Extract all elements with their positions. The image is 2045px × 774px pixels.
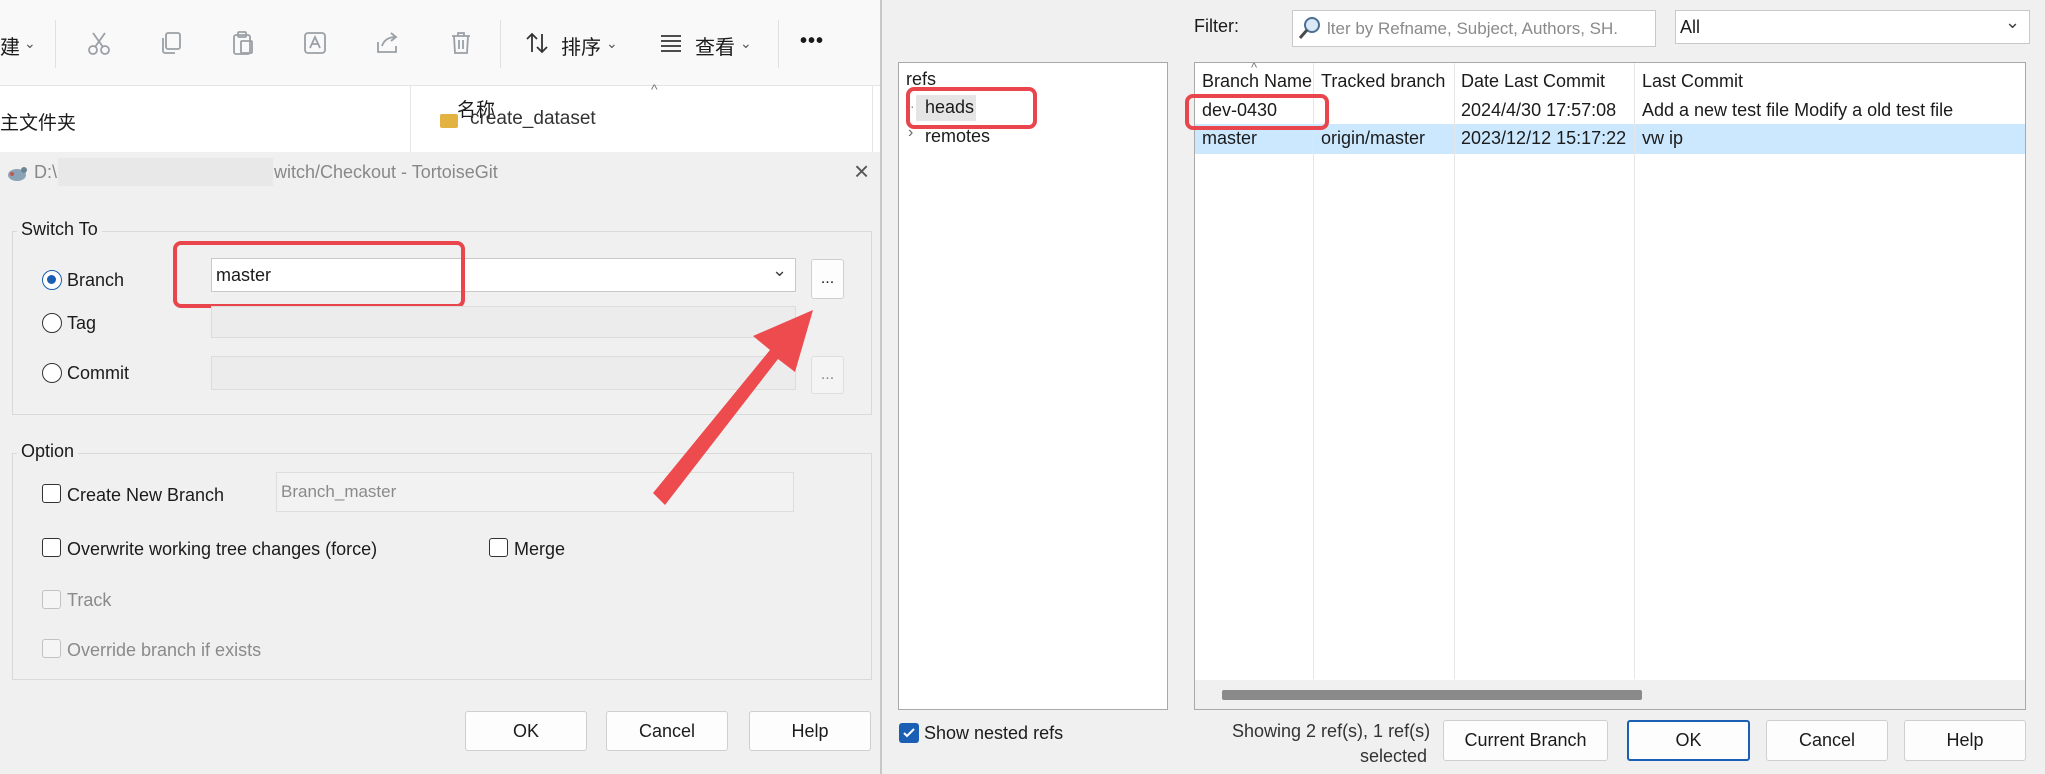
chevron-down-icon: ⌄ [24, 35, 36, 51]
toolbar-separator [778, 20, 779, 68]
column-divider [872, 86, 873, 152]
status-text: Showing 2 ref(s), 1 ref(s) [1232, 721, 1431, 741]
switch-to-group-label: Switch To [17, 219, 102, 240]
dialog-title: witch/Checkout - TortoiseGit [274, 162, 498, 182]
refs-cancel-button[interactable]: Cancel [1766, 720, 1888, 761]
cut-icon[interactable] [86, 30, 112, 56]
filter-label: Filter: [1194, 16, 1239, 36]
checkmark-icon [903, 728, 915, 738]
track-label: Track [67, 590, 112, 610]
rename-icon[interactable] [302, 30, 328, 56]
overwrite-label[interactable]: Overwrite working tree changes (force) [67, 539, 377, 560]
show-nested-refs-checkbox[interactable] [899, 723, 919, 743]
redacted-path [58, 158, 273, 186]
commit-label[interactable]: Commit [67, 363, 129, 384]
column-divider [1313, 63, 1314, 679]
cell-date: 2023/12/12 15:17:22 [1461, 128, 1627, 148]
create-new-branch-checkbox[interactable] [42, 484, 61, 503]
commit-radio[interactable] [42, 363, 62, 383]
column-divider [410, 86, 411, 152]
explorer-content-header: 主文件夹 名称 ^ create_dataset [0, 81, 880, 152]
show-nested-refs-label[interactable]: Show nested refs [924, 723, 1063, 744]
tortoisegit-icon [8, 167, 27, 181]
branch-list-panel [1194, 62, 2026, 710]
column-header-date-last-commit[interactable]: Date Last Commit [1461, 71, 1605, 92]
folder-label[interactable]: 主文件夹 [0, 108, 76, 135]
filter-input[interactable]: lter by Refname, Subject, Authors, SH. [1292, 10, 1656, 47]
tag-label[interactable]: Tag [67, 313, 96, 334]
toolbar-separator [500, 20, 501, 68]
chevron-down-icon: ⌄ [740, 35, 752, 51]
chevron-down-icon[interactable]: ⌄ [2005, 12, 2020, 33]
override-branch-checkbox [42, 639, 61, 658]
delete-icon[interactable] [448, 30, 474, 56]
horizontal-scrollbar[interactable] [1195, 680, 2025, 709]
track-checkbox [42, 590, 61, 609]
cell-commit: vw ip [1642, 128, 1684, 148]
folder-icon [440, 114, 458, 128]
column-divider [1454, 63, 1455, 679]
merge-checkbox[interactable] [489, 538, 508, 557]
column-header-tracked-branch[interactable]: Tracked branch [1321, 71, 1445, 92]
sort-label[interactable]: 排序 [561, 31, 601, 60]
refs-ok-button[interactable]: OK [1627, 720, 1750, 761]
create-new-branch-label[interactable]: Create New Branch [67, 485, 224, 506]
sort-ascending-icon: ^ [1251, 60, 1258, 75]
override-branch-label: Override branch if exists [67, 640, 262, 660]
branch-radio[interactable] [42, 270, 62, 290]
paste-icon[interactable] [230, 30, 256, 56]
scrollbar-thumb[interactable] [1222, 690, 1642, 700]
status-text-selected: selected [1360, 746, 1428, 766]
filter-scope-value: All [1680, 16, 1701, 37]
overwrite-checkbox[interactable] [42, 538, 61, 557]
tag-radio[interactable] [42, 313, 62, 333]
share-icon[interactable] [374, 30, 400, 56]
cancel-button[interactable]: Cancel [606, 711, 728, 751]
new-branch-name-value: Branch_master [281, 482, 397, 501]
highlight-heads-box [906, 87, 1037, 129]
current-branch-button[interactable]: Current Branch [1443, 720, 1608, 761]
new-label[interactable]: 建 [0, 31, 20, 60]
dialog-titlebar: D:\ witch/Checkout - TortoiseGit × [0, 152, 880, 192]
help-button[interactable]: Help [749, 711, 871, 751]
branch-label[interactable]: Branch [67, 270, 124, 291]
filter-placeholder: lter by Refname, Subject, Authors, SH. [1327, 19, 1619, 38]
search-icon [1298, 17, 1320, 39]
sort-ascending-icon: ^ [651, 81, 658, 97]
highlight-branch-box [173, 241, 465, 308]
chevron-down-icon: ⌄ [606, 35, 618, 51]
view-icon[interactable] [658, 30, 684, 56]
filter-scope-select[interactable]: All [1675, 10, 2030, 44]
merge-label[interactable]: Merge [514, 539, 565, 560]
dialog-title-prefix: D:\ [34, 162, 58, 182]
annotation-arrow [653, 310, 813, 505]
ok-button[interactable]: OK [465, 711, 587, 751]
highlight-dev-branch-box [1185, 94, 1329, 130]
close-icon[interactable]: × [854, 156, 869, 187]
file-name[interactable]: create_dataset [470, 108, 596, 130]
copy-icon[interactable] [158, 30, 184, 56]
refs-tree-panel [898, 62, 1168, 710]
column-divider [1634, 63, 1635, 679]
chevron-right-icon[interactable]: › [908, 124, 913, 142]
browse-refs-button[interactable]: ... [811, 259, 844, 299]
more-options-icon[interactable]: ••• [800, 30, 824, 53]
cell-date: 2024/4/30 17:57:08 [1461, 100, 1617, 120]
toolbar-separator [55, 20, 56, 68]
tree-item-remotes[interactable]: remotes [925, 126, 990, 147]
sort-icon[interactable] [524, 30, 550, 56]
refs-help-button[interactable]: Help [1904, 720, 2026, 761]
column-header-last-commit[interactable]: Last Commit [1642, 71, 1743, 92]
cell-tracked: origin/master [1321, 128, 1426, 148]
view-label[interactable]: 查看 [695, 31, 735, 60]
option-group-label: Option [17, 441, 79, 462]
chevron-down-icon[interactable]: ⌄ [772, 260, 787, 281]
explorer-toolbar: 建 ⌄ 排序 ⌄ 查看 ⌄ ••• [0, 0, 880, 86]
cell-branch: master [1202, 128, 1258, 148]
cell-commit: Add a new test file Modify a old test fi… [1642, 100, 1954, 120]
